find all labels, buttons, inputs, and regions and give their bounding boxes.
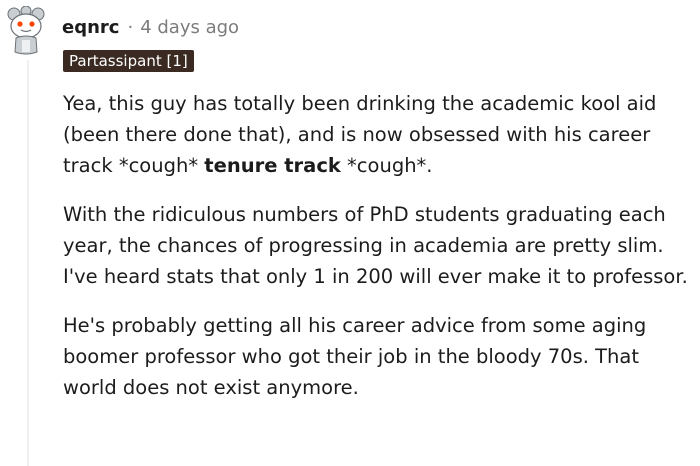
- timestamp-link[interactable]: 4 days ago: [140, 17, 239, 38]
- comment-paragraph: He's probably getting all his career adv…: [63, 314, 647, 399]
- comment-paragraph: With the ridiculous numbers of PhD stude…: [63, 203, 688, 288]
- user-flair: Partassipant [1]: [63, 50, 194, 72]
- paragraph-text: *cough*.: [340, 154, 433, 177]
- bold-text: tenure track: [204, 154, 341, 177]
- thread-line[interactable]: [27, 60, 29, 466]
- snoo-avatar-icon[interactable]: [6, 6, 46, 56]
- comment-body: Yea, this guy has totally been drinking …: [63, 88, 695, 421]
- meta-separator: ·: [127, 16, 134, 38]
- comment: eqnrc · 4 days ago Partassipant [1] Yea,…: [0, 0, 700, 466]
- username-link[interactable]: eqnrc: [62, 17, 119, 38]
- comment-meta: eqnrc · 4 days ago: [62, 14, 239, 40]
- comment-paragraph: Yea, this guy has totally been drinking …: [63, 88, 695, 181]
